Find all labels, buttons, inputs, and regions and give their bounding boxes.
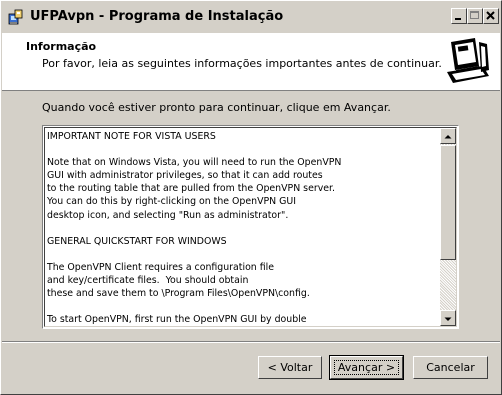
info-text: IMPORTANT NOTE FOR VISTA USERS Note that… bbox=[47, 131, 342, 326]
installer-window: UFPAvpn - Programa de Instalação Informa… bbox=[0, 0, 502, 395]
close-icon bbox=[486, 11, 495, 20]
minimize-icon bbox=[455, 18, 461, 20]
next-button[interactable]: Avançar > bbox=[329, 355, 404, 380]
arrow-down-icon bbox=[444, 317, 452, 321]
back-button[interactable]: < Voltar bbox=[258, 356, 322, 379]
instruction-text: Quando você estiver pronto para continua… bbox=[42, 101, 391, 114]
close-button[interactable] bbox=[483, 8, 499, 24]
window-title: UFPAvpn - Programa de Instalação bbox=[30, 9, 284, 24]
scroll-up-button[interactable] bbox=[440, 128, 456, 144]
wizard-header: Informação Por favor, leia as seguintes … bbox=[2, 33, 500, 91]
maximize-button[interactable] bbox=[467, 8, 483, 24]
page-title: Informação bbox=[26, 40, 97, 53]
scroll-down-button[interactable] bbox=[440, 310, 456, 326]
scroll-thumb[interactable] bbox=[440, 145, 456, 260]
cancel-button[interactable]: Cancelar bbox=[413, 356, 488, 379]
title-bar[interactable]: UFPAvpn - Programa de Instalação bbox=[2, 2, 500, 32]
arrow-up-icon bbox=[444, 135, 452, 139]
bottom-separator bbox=[2, 341, 500, 343]
minimize-button[interactable] bbox=[451, 8, 467, 24]
setup-app-icon bbox=[8, 9, 23, 25]
vertical-scrollbar[interactable] bbox=[440, 128, 456, 326]
page-subtitle: Por favor, leia as seguintes informações… bbox=[42, 57, 442, 70]
maximize-icon bbox=[470, 11, 479, 19]
computer-install-icon bbox=[443, 36, 493, 86]
focus-rectangle bbox=[334, 360, 399, 375]
info-memo[interactable]: IMPORTANT NOTE FOR VISTA USERS Note that… bbox=[42, 125, 459, 329]
